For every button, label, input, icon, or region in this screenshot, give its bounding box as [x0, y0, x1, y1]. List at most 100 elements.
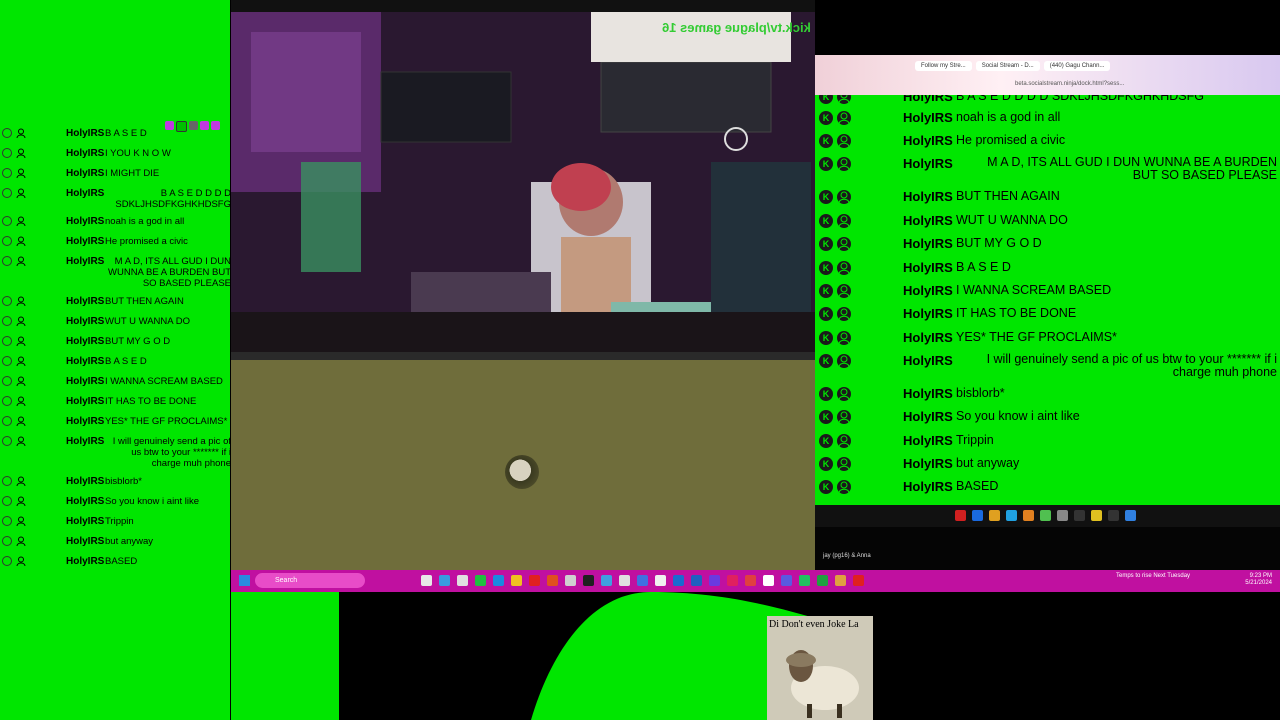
footer-label: jay (pg16) & Anna: [823, 553, 871, 559]
chat-username: HolyIRS: [903, 133, 953, 148]
app-icon[interactable]: [475, 575, 486, 586]
app-icon[interactable]: [853, 575, 864, 586]
app-icon[interactable]: [583, 575, 594, 586]
app-icon[interactable]: [421, 575, 432, 586]
chat-text: Trippin: [956, 433, 994, 447]
chat-footer: jay (pg16) & Anna: [815, 527, 1280, 570]
chat-username: HolyIRS: [903, 236, 953, 251]
app-icon[interactable]: [727, 575, 738, 586]
kick-icon: K: [819, 157, 833, 171]
search-box[interactable]: Search: [255, 573, 365, 588]
user-icon: [16, 536, 26, 547]
chat-username: HolyIRS: [66, 128, 105, 139]
chat-text: M A D, ITS ALL GUD I DUN WUNNA BE A BURD…: [108, 256, 231, 289]
chat-text: I will genuinely send a pic of us btw to…: [986, 352, 1277, 379]
app-icon[interactable]: [763, 575, 774, 586]
kick-icon: K: [819, 410, 833, 424]
chat-badges: [165, 121, 220, 133]
browser-tab[interactable]: Follow my Stre...: [915, 61, 972, 71]
chat-text: noah is a god in all: [956, 110, 1061, 124]
app-icon[interactable]: [619, 575, 630, 586]
user-icon: [16, 496, 26, 507]
browser-tab[interactable]: Social Stream - D...: [975, 61, 1040, 71]
chat-username: HolyIRS: [903, 95, 953, 104]
user-icon: [16, 416, 26, 427]
user-icon: [837, 95, 851, 104]
chat-username: HolyIRS: [903, 189, 953, 204]
app-icon[interactable]: [673, 575, 684, 586]
app-icon[interactable]: [691, 575, 702, 586]
chat-text: BUT THEN AGAIN: [105, 296, 184, 307]
user-icon: [16, 356, 26, 367]
user-icon: [16, 476, 26, 487]
app-icon[interactable]: [799, 575, 810, 586]
chat-username: HolyIRS: [903, 260, 953, 275]
app-icon[interactable]: [493, 575, 504, 586]
kick-icon: K: [819, 284, 833, 298]
app-icon[interactable]: [565, 575, 576, 586]
user-icon: [16, 168, 26, 179]
gear-icon[interactable]: [989, 510, 1000, 521]
folder-icon[interactable]: [511, 575, 522, 586]
user-icon: [16, 376, 26, 387]
app-icon[interactable]: [781, 575, 792, 586]
app-icon[interactable]: [439, 575, 450, 586]
user-icon: [16, 236, 26, 247]
chat-username: HolyIRS: [66, 356, 105, 367]
app-icon[interactable]: [637, 575, 648, 586]
clock[interactable]: 9:23 PM 5/21/2024: [1245, 573, 1272, 587]
user-icon: [16, 336, 26, 347]
user-icon: [16, 436, 26, 447]
left-chat-overlay: HolyIRS B A S E D HolyIRS I YOU K N O W Holy…: [0, 0, 231, 593]
kick-icon: K: [819, 480, 833, 494]
platform-icon: [2, 416, 12, 426]
weather-widget[interactable]: Temps to rise Next Tuesday: [1116, 573, 1190, 580]
social-stream-chat: K HolyIRS B A S E D D D D SDKLJHSDFKGHKHDS…: [815, 95, 1280, 505]
filter-icon[interactable]: [1006, 510, 1017, 521]
chat-text: YES* THE GF PROCLAIMS*: [105, 416, 228, 427]
browser-tab[interactable]: (440) Gagu Chann...: [1043, 61, 1111, 71]
platform-icon: [2, 536, 12, 546]
app-icon[interactable]: [817, 575, 828, 586]
platform-icon: [2, 436, 12, 446]
kick-icon: K: [819, 237, 833, 251]
chat-text: I WANNA SCREAM BASED: [105, 376, 223, 387]
app-icon[interactable]: [547, 575, 558, 586]
chat-text: I YOU K N O W: [105, 148, 171, 159]
kick-icon: K: [819, 387, 833, 401]
green-screen-strip: [231, 592, 339, 720]
spacer-icon: [1108, 510, 1119, 521]
pause-icon[interactable]: [955, 510, 966, 521]
user-icon: [16, 128, 26, 139]
kick-icon: K: [819, 190, 833, 204]
chat-text: M A D, ITS ALL GUD I DUN WUNNA BE A BURD…: [987, 155, 1277, 182]
speaker-icon[interactable]: [1125, 510, 1136, 521]
chat-icon[interactable]: [972, 510, 983, 521]
chat-text: So you know i aint like: [956, 409, 1080, 423]
chat-text: noah is a god in all: [105, 216, 185, 227]
app-icon[interactable]: [529, 575, 540, 586]
lock-icon[interactable]: [1023, 510, 1034, 521]
chat-username: HolyIRS: [66, 496, 105, 507]
app-icon[interactable]: [709, 575, 720, 586]
chat-username: HolyIRS: [903, 306, 953, 321]
chat-username: HolyIRS: [903, 213, 953, 228]
start-icon[interactable]: [239, 575, 250, 586]
circle-icon[interactable]: [1057, 510, 1068, 521]
chat-text: I MIGHT DIE: [105, 168, 160, 179]
platform-icon: [2, 256, 12, 266]
brush-icon[interactable]: [1091, 510, 1102, 521]
user-icon: [16, 516, 26, 527]
app-icon[interactable]: [835, 575, 846, 586]
emoji-icon[interactable]: [1040, 510, 1051, 521]
user-icon: [16, 296, 26, 307]
app-icon[interactable]: [457, 575, 468, 586]
chat-username: HolyIRS: [903, 330, 953, 345]
user-icon: [837, 157, 851, 171]
app-icon[interactable]: [745, 575, 756, 586]
app-icon[interactable]: [655, 575, 666, 586]
app-icon[interactable]: [601, 575, 612, 586]
url-bar[interactable]: beta.socialstream.ninja/dock.html?sess..…: [1015, 81, 1124, 87]
chat-username: HolyIRS: [66, 416, 105, 427]
platform-icon: [2, 556, 12, 566]
